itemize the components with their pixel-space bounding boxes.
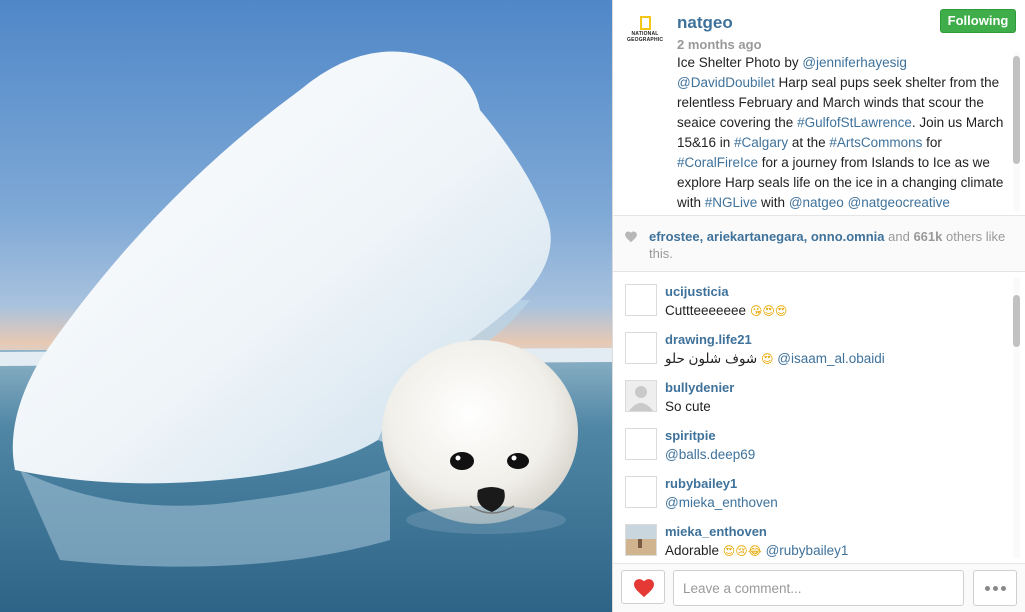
hashtag-link[interactable]: #GulfofStLawrence — [797, 115, 912, 130]
comment-item: mieka_enthoven Adorable 😍😢😂 @rubybailey1 — [625, 512, 1005, 560]
caption-text: at the — [788, 135, 830, 150]
avatar[interactable] — [625, 476, 657, 508]
avatar[interactable] — [625, 428, 657, 460]
natgeo-frame-icon — [639, 16, 651, 30]
emoji: 😍 — [761, 352, 774, 366]
natgeo-logo[interactable]: NATIONAL GEOGRAPHIC — [627, 16, 663, 46]
post-detail-panel: NATIONAL GEOGRAPHIC natgeo 2 months ago … — [612, 0, 1025, 612]
following-button[interactable]: Following — [940, 9, 1016, 33]
mention-link[interactable]: @DavidDoubilet — [677, 75, 775, 90]
comment-body: شوف شلون حلو — [665, 351, 762, 366]
comment-item: ucijusticia Cuttteeeeeee 😘😍😍 — [625, 272, 1005, 320]
more-options-button[interactable] — [973, 570, 1017, 606]
emoji: 😍😢😂 — [722, 544, 762, 558]
mention-link[interactable]: @natgeocreative — [848, 195, 950, 210]
post-photo[interactable] — [0, 0, 612, 612]
comment-text: شوف شلون حلو 😍 @isaam_al.obaidi — [665, 351, 885, 367]
emoji: 😘😍😍 — [749, 304, 788, 318]
likes-and: and — [884, 229, 914, 244]
mention-link[interactable]: @rubybailey1 — [762, 543, 849, 558]
comment-text: @balls.deep69 — [665, 447, 755, 462]
harp-seal-photo — [0, 0, 612, 612]
comment-text: Cuttteeeeeee 😘😍😍 — [665, 303, 787, 318]
post-header: NATIONAL GEOGRAPHIC natgeo 2 months ago … — [613, 0, 1025, 56]
caption-text: for — [922, 135, 942, 150]
caption-scrollbar[interactable] — [1013, 52, 1020, 212]
heart-icon — [634, 579, 654, 598]
comment-text: Adorable 😍😢😂 @rubybailey1 — [665, 543, 848, 558]
comment-text: @mieka_enthoven — [665, 495, 778, 510]
dot-icon — [984, 586, 990, 591]
comments-list: ucijusticia Cuttteeeeeee 😘😍😍 drawing.lif… — [613, 272, 1025, 562]
post-caption: Ice Shelter Photo by @jenniferhayesig @D… — [677, 53, 1007, 213]
post-author-username[interactable]: natgeo — [677, 13, 733, 33]
likes-section: efrostee, ariekartanegara, onno.omnia an… — [613, 216, 1025, 271]
comment-body: So cute — [665, 399, 711, 414]
comment-input[interactable] — [673, 570, 964, 606]
comments-scrollbar[interactable] — [1013, 277, 1020, 559]
hashtag-link[interactable]: #ArtsCommons — [829, 135, 922, 150]
comment-item: drawing.life21 شوف شلون حلو 😍 @isaam_al.… — [625, 320, 1005, 368]
caption-container: Ice Shelter Photo by @jenniferhayesig @D… — [613, 50, 1025, 215]
beach-photo-avatar — [626, 525, 656, 555]
caption-scrollbar-thumb[interactable] — [1013, 56, 1020, 164]
comment-username[interactable]: drawing.life21 — [665, 332, 752, 347]
mention-link[interactable]: @mieka_enthoven — [665, 495, 778, 510]
comments-scrollbar-thumb[interactable] — [1013, 295, 1020, 347]
comment-username[interactable]: mieka_enthoven — [665, 524, 767, 539]
comment-item: bullydenier So cute — [625, 368, 1005, 416]
liker-names[interactable]: efrostee, ariekartanegara, onno.omnia — [649, 229, 885, 244]
caption-text: Ice Shelter Photo by — [677, 55, 803, 70]
comment-text: So cute — [665, 399, 711, 414]
dot-icon — [1000, 586, 1006, 591]
mention-link[interactable]: @balls.deep69 — [665, 447, 755, 462]
avatar[interactable] — [625, 524, 657, 556]
comment-body: Cuttteeeeeee — [665, 303, 750, 318]
heart-icon — [625, 231, 637, 243]
comment-username[interactable]: bullydenier — [665, 380, 734, 395]
logo-brand-line2: GEOGRAPHIC — [627, 36, 664, 43]
avatar[interactable] — [625, 332, 657, 364]
comment-username[interactable]: spiritpie — [665, 428, 716, 443]
dot-icon — [992, 586, 998, 591]
mention-link[interactable]: @isaam_al.obaidi — [774, 351, 885, 366]
avatar[interactable] — [625, 380, 657, 412]
hashtag-link[interactable]: #Calgary — [734, 135, 788, 150]
caption-text: with — [757, 195, 789, 210]
hashtag-link[interactable]: #CoralFireIce — [677, 155, 758, 170]
mention-link[interactable]: @natgeo — [789, 195, 844, 210]
mention-link[interactable]: @jenniferhayesig — [802, 55, 907, 70]
comment-item: rubybailey1 @mieka_enthoven — [625, 464, 1005, 512]
likes-summary: efrostee, ariekartanegara, onno.omnia an… — [649, 228, 1009, 262]
comment-footer — [613, 563, 1025, 612]
avatar[interactable] — [625, 284, 657, 316]
comment-body: Adorable — [665, 543, 723, 558]
comment-item: spiritpie @balls.deep69 — [625, 416, 1005, 464]
like-button[interactable] — [621, 570, 665, 604]
comment-username[interactable]: rubybailey1 — [665, 476, 737, 491]
hashtag-link[interactable]: #NGLive — [705, 195, 758, 210]
default-avatar-icon — [629, 386, 653, 411]
likes-count[interactable]: 661k — [913, 229, 942, 244]
comment-username[interactable]: ucijusticia — [665, 284, 729, 299]
